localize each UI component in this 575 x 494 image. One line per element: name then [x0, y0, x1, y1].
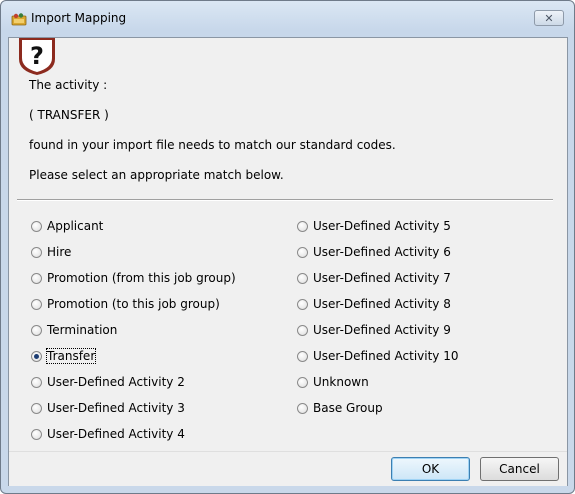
radio-button[interactable]: [297, 220, 308, 232]
message-explanation: found in your import file needs to match…: [29, 138, 396, 152]
option-user-defined-9[interactable]: User-Defined Activity 9: [297, 322, 451, 338]
button-bar: OK Cancel: [9, 451, 567, 486]
option-label: User-Defined Activity 5: [313, 219, 451, 233]
option-label: User-Defined Activity 10: [313, 349, 459, 363]
radio-button[interactable]: [31, 246, 42, 258]
option-transfer[interactable]: Transfer: [31, 348, 97, 364]
option-label: Base Group: [313, 401, 383, 415]
option-termination[interactable]: Termination: [31, 322, 117, 338]
option-hire[interactable]: Hire: [31, 244, 71, 260]
option-label: Unknown: [313, 375, 369, 389]
question-icon: ?: [19, 38, 55, 75]
option-label: User-Defined Activity 7: [313, 271, 451, 285]
radio-button[interactable]: [31, 402, 42, 414]
radio-button[interactable]: [297, 350, 308, 362]
option-user-defined-8[interactable]: User-Defined Activity 8: [297, 296, 451, 312]
radio-button[interactable]: [297, 376, 308, 388]
radio-button[interactable]: [31, 428, 42, 440]
radio-button-selected[interactable]: [31, 350, 42, 362]
option-label: User-Defined Activity 2: [47, 375, 185, 389]
option-user-defined-2[interactable]: User-Defined Activity 2: [31, 374, 185, 390]
option-label: User-Defined Activity 8: [313, 297, 451, 311]
activity-code: ( TRANSFER ): [29, 108, 109, 122]
folder-users-icon: [11, 13, 27, 26]
radio-button[interactable]: [31, 298, 42, 310]
radio-button[interactable]: [297, 298, 308, 310]
close-icon: ✕: [544, 11, 554, 25]
close-button[interactable]: ✕: [534, 10, 564, 26]
option-user-defined-4[interactable]: User-Defined Activity 4: [31, 426, 185, 442]
option-label: Promotion (to this job group): [47, 297, 220, 311]
option-user-defined-5[interactable]: User-Defined Activity 5: [297, 218, 451, 234]
option-user-defined-3[interactable]: User-Defined Activity 3: [31, 400, 185, 416]
radio-button[interactable]: [297, 324, 308, 336]
option-user-defined-6[interactable]: User-Defined Activity 6: [297, 244, 451, 260]
message-intro: The activity :: [29, 78, 108, 92]
option-base-group[interactable]: Base Group: [297, 400, 383, 416]
cancel-button[interactable]: Cancel: [480, 457, 559, 481]
option-user-defined-7[interactable]: User-Defined Activity 7: [297, 270, 451, 286]
option-label: Promotion (from this job group): [47, 271, 236, 285]
ok-button[interactable]: OK: [391, 457, 470, 481]
radio-button[interactable]: [297, 246, 308, 258]
option-user-defined-10[interactable]: User-Defined Activity 10: [297, 348, 458, 364]
radio-button[interactable]: [297, 272, 308, 284]
message-instruction: Please select an appropriate match below…: [29, 168, 284, 182]
title-bar[interactable]: Import Mapping ✕: [1, 1, 574, 37]
option-label: Transfer: [45, 348, 97, 364]
separator: [17, 199, 553, 201]
option-label: Hire: [47, 245, 72, 259]
dialog-body: ? The activity : ( TRANSFER ) found in y…: [8, 37, 568, 486]
option-label: User-Defined Activity 3: [47, 401, 185, 415]
option-label: Applicant: [47, 219, 104, 233]
option-label: Termination: [47, 323, 118, 337]
radio-button[interactable]: [31, 324, 42, 336]
option-unknown[interactable]: Unknown: [297, 374, 369, 390]
radio-button[interactable]: [31, 376, 42, 388]
radio-button[interactable]: [297, 402, 308, 414]
radio-button[interactable]: [31, 272, 42, 284]
option-promotion-from[interactable]: Promotion (from this job group): [31, 270, 236, 286]
import-mapping-window: Import Mapping ✕ ? The activity : ( TRAN…: [0, 0, 575, 494]
option-label: User-Defined Activity 9: [313, 323, 451, 337]
svg-text:?: ?: [30, 42, 44, 70]
option-promotion-to[interactable]: Promotion (to this job group): [31, 296, 220, 312]
radio-button[interactable]: [31, 220, 42, 232]
option-applicant[interactable]: Applicant: [31, 218, 103, 234]
option-label: User-Defined Activity 6: [313, 245, 451, 259]
option-label: User-Defined Activity 4: [47, 427, 185, 441]
window-title: Import Mapping: [31, 11, 127, 25]
